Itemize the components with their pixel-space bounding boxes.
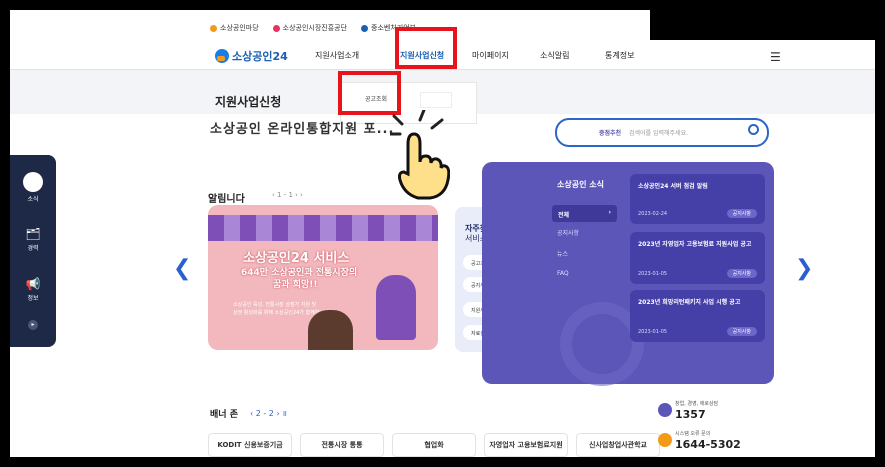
sidenav-label: 경력 [27, 245, 39, 252]
store-awning-illustration [208, 215, 438, 241]
news-card[interactable]: 소상공인24 서버 점검 알림 2023-02-24 공지사항 [630, 174, 765, 224]
contact-label: 시스템 오류 문의 [675, 431, 711, 437]
news-card-badge: 공지사항 [726, 327, 757, 336]
sosang-logo-icon [210, 24, 217, 32]
promo-headline: 소상공인24 서비스 [243, 251, 350, 266]
contact-number: 1644-5302 [675, 438, 741, 451]
news-card-date: 2023-02-24 [638, 211, 668, 217]
news-card-date: 2023-01-05 [638, 271, 668, 277]
banner-cooperation[interactable]: 협업화 [392, 433, 476, 457]
hand-cursor-icon [390, 110, 450, 200]
logo-mark-icon [215, 49, 229, 63]
browser-page: 소상공인마당 소상공인시장진흥공단 중소벤처기업부 소상공인24 지원사업소개 … [10, 10, 875, 457]
megaphone-icon: 📢 [25, 277, 41, 291]
contact-label: 창업, 경영, 애로상담 [675, 401, 719, 407]
news-card-date: 2023-01-05 [638, 329, 668, 335]
news-tab-faq[interactable]: FAQ [557, 270, 569, 277]
topbar-link-semas[interactable]: 소상공인시장진흥공단 [272, 23, 347, 33]
news-card[interactable]: 2023년 자영업자 고용보험료 지원사업 공고 2023-01-05 공지사항 [630, 232, 765, 284]
news-tab-label: 전체 [558, 212, 570, 219]
hero-text: 소상공인 온라인통합지원 포... [210, 122, 395, 137]
contact-system: 시스템 오류 문의 1644-5302 [675, 430, 741, 451]
news-card-badge: 공지사항 [726, 209, 757, 218]
play-icon: ▸ [28, 320, 38, 330]
sidenav-item-news[interactable]: 소식 [10, 172, 56, 203]
promo-subline-2: 꿈과 희망!! [273, 280, 318, 290]
nav-item-news[interactable]: 소식알림 [540, 50, 605, 61]
news-card[interactable]: 2023년 희망리턴패키지 사업 시행 공고 2023-01-05 공지사항 [630, 290, 765, 342]
sidenav-label: 소식 [27, 196, 39, 203]
redacted-region [650, 10, 875, 40]
promo-desc: 소상공인 육성, 전통시장 상점가 지원 및 [233, 302, 317, 308]
bell-icon [23, 172, 43, 192]
sidenav-item-career[interactable]: 🗂 경력 [10, 227, 56, 252]
semas-logo-icon [272, 24, 280, 32]
nav-item-mypage[interactable]: 마이페이지 [472, 50, 540, 61]
contact-number: 1357 [675, 408, 706, 421]
banner-kodit[interactable]: KODIT 신용보증기금 [208, 433, 292, 457]
news-card-title: 소상공인24 서버 점검 알림 [638, 183, 708, 190]
news-tab-news[interactable]: 뉴스 [557, 249, 568, 258]
main-nav: 지원사업소개 지원사업신청 마이페이지 소식알림 통계정보 [315, 50, 665, 61]
mss-logo-icon [361, 24, 369, 32]
search-icon[interactable] [748, 124, 759, 135]
search-input[interactable]: 중점추천 검색어를 입력해주세요. [555, 118, 769, 147]
contact-consult: 창업, 경영, 애로상담 1357 [675, 400, 718, 421]
topbar-link-sosang[interactable]: 소상공인마당 [210, 23, 259, 33]
quick-side-nav: 소식 🗂 경력 📢 정보 ▸ [10, 155, 56, 347]
nav-item-stats[interactable]: 통계정보 [605, 50, 665, 61]
news-card-title: 2023년 자영업자 고용보험료 지원사업 공고 [638, 241, 752, 248]
highlight-box-nav [395, 27, 457, 69]
search-tag: 중점추천 [599, 130, 622, 137]
carousel-next-icon[interactable]: ❯ [795, 256, 813, 281]
career-icon: 🗂 [25, 227, 41, 241]
hamburger-menu-icon[interactable]: ☰ [770, 50, 781, 64]
customer-illustration [308, 310, 353, 350]
submenu-item-blank[interactable] [420, 92, 452, 108]
news-title: 소상공인 소식 [557, 180, 604, 189]
banner-insurance[interactable]: 자영업자 고용보험료지원 [484, 433, 568, 457]
promo-banner[interactable]: 소상공인24 서비스 644만 소상공인과 전통시장의 꿈과 희망!! 소상공인… [208, 205, 438, 350]
banner-startup[interactable]: 신사업창업사관학교 [576, 433, 660, 457]
support-icon [658, 433, 672, 447]
news-tab-notice[interactable]: 공지사항 [557, 228, 579, 237]
sidenav-item-info[interactable]: 📢 정보 [10, 277, 56, 302]
news-card-badge: 공지사항 [726, 269, 757, 278]
news-tab-all[interactable]: 전체 › [552, 205, 617, 222]
page-title: 지원사업신청 [215, 95, 282, 109]
banner-zone-pager[interactable]: ‹ 2 - 2 › ॥ [250, 408, 287, 419]
nav-item-intro[interactable]: 지원사업소개 [315, 50, 400, 61]
top-utility-bar: 소상공인마당 소상공인시장진흥공단 중소벤처기업부 [210, 23, 416, 33]
banner-logos: KODIT 신용보증기금 전통시장 통통 협업화 자영업자 고용보험료지원 신사… [208, 433, 660, 457]
phone-icon [658, 403, 672, 417]
highlight-box-submenu [338, 71, 401, 115]
news-card-title: 2023년 희망리턴패키지 사업 시행 공고 [638, 299, 741, 306]
carousel-prev-icon[interactable]: ❮ [173, 256, 191, 281]
chevron-right-icon: › [608, 209, 611, 216]
logo-text: 소상공인24 [232, 50, 288, 63]
site-logo[interactable]: 소상공인24 [215, 48, 288, 64]
banner-market[interactable]: 전통시장 통통 [300, 433, 384, 457]
news-panel: 소상공인 소식 전체 › 공지사항 뉴스 FAQ 소상공인24 서버 점검 알림 … [482, 162, 774, 386]
banner-zone-title: 배너 존 [210, 410, 238, 420]
sidenav-label: 정보 [27, 295, 39, 302]
shopkeeper-illustration [376, 275, 416, 340]
notice-pager[interactable]: ‹ 1 - 1 › › [272, 191, 303, 199]
sidenav-play-button[interactable]: ▸ [10, 320, 56, 330]
search-placeholder: 검색어를 입력해주세요. [629, 130, 689, 137]
notice-title: 알림니다 [208, 194, 245, 205]
